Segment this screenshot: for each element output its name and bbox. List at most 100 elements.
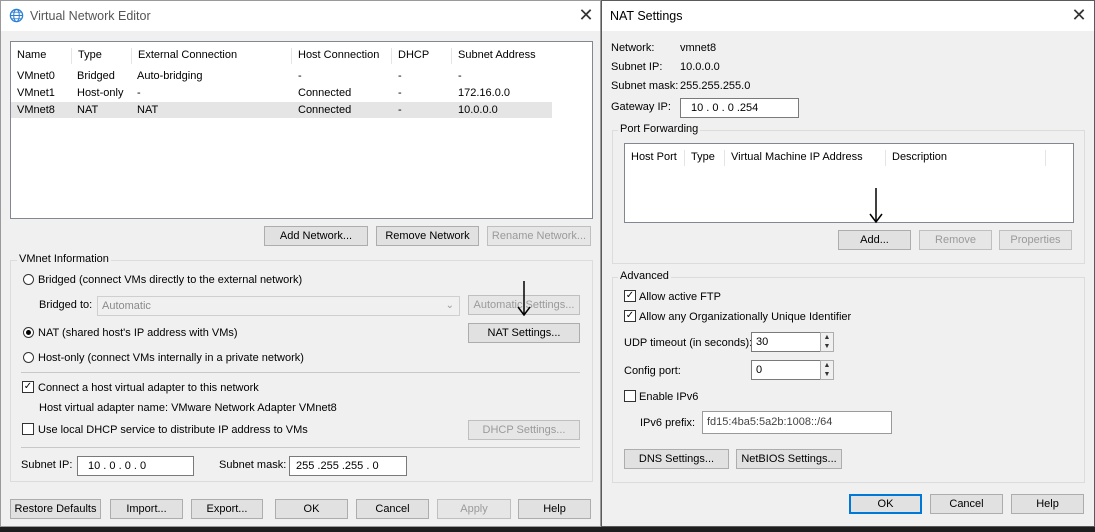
row-cell: 10.0.0.0 <box>458 104 498 116</box>
column-header-external[interactable]: External Connection <box>132 48 292 64</box>
spin-down-icon[interactable]: ▼ <box>821 342 833 351</box>
subnet-mask-field[interactable]: 255 .255 .255 . 0 <box>289 456 407 476</box>
close-icon[interactable]: ✕ <box>576 5 596 25</box>
enable-ipv6-checkbox[interactable] <box>624 390 636 402</box>
rename-network-button[interactable]: Rename Network... <box>487 226 591 246</box>
subnet-mask-label: Subnet mask: <box>219 459 287 471</box>
row-cell: NAT <box>77 104 99 116</box>
enable-ipv6-label[interactable]: Enable IPv6 <box>639 391 698 403</box>
config-port-spinner[interactable]: ▲ ▼ <box>820 360 834 380</box>
subnet-mask-value: 255.255.255.0 <box>680 80 751 92</box>
table-row-selected[interactable]: VMnet8 NAT NAT Connected - 10.0.0.0 <box>11 102 552 118</box>
column-header-dhcp[interactable]: DHCP <box>392 48 452 64</box>
column-header-name[interactable]: Name <box>11 48 72 64</box>
down-arrow-icon <box>517 281 531 317</box>
network-value: vmnet8 <box>680 42 717 54</box>
spin-up-icon[interactable]: ▲ <box>821 361 833 370</box>
dhcp-settings-button[interactable]: DHCP Settings... <box>468 420 580 440</box>
column-header-host-port[interactable]: Host Port <box>625 150 685 166</box>
host-only-radio[interactable] <box>23 352 34 363</box>
port-forwarding-list[interactable]: Host Port Type Virtual Machine IP Addres… <box>624 143 1074 223</box>
advanced-label: Advanced <box>618 270 671 282</box>
down-arrow-icon <box>869 188 883 224</box>
chevron-down-icon: ⌄ <box>445 300 454 311</box>
window-title: NAT Settings <box>610 9 683 23</box>
bridged-radio-label[interactable]: Bridged (connect VMs directly to the ext… <box>38 274 302 286</box>
globe-icon <box>9 8 24 23</box>
export-button[interactable]: Export... <box>191 499 263 519</box>
cancel-button[interactable]: Cancel <box>356 499 429 519</box>
allow-ftp-label[interactable]: Allow active FTP <box>639 291 721 303</box>
netbios-settings-button[interactable]: NetBIOS Settings... <box>736 449 842 469</box>
help-button[interactable]: Help <box>518 499 591 519</box>
connect-adapter-label[interactable]: Connect a host virtual adapter to this n… <box>38 382 259 394</box>
row-cell: VMnet1 <box>17 87 55 99</box>
apply-button[interactable]: Apply <box>437 499 511 519</box>
ok-button[interactable]: OK <box>849 494 922 514</box>
connect-adapter-checkbox[interactable]: ✓ <box>22 381 34 393</box>
title-bar: Virtual Network Editor ✕ <box>1 1 600 31</box>
table-row[interactable]: VMnet1 Host-only - Connected - 172.16.0.… <box>11 85 552 102</box>
bridged-to-label: Bridged to: <box>39 299 93 311</box>
spin-down-icon[interactable]: ▼ <box>821 370 833 379</box>
properties-button[interactable]: Properties <box>999 230 1072 250</box>
column-header-host[interactable]: Host Connection <box>292 48 392 64</box>
nat-radio-label[interactable]: NAT (shared host's IP address with VMs) <box>38 327 238 339</box>
row-cell: Connected <box>298 104 352 116</box>
config-port-input[interactable]: 0 <box>751 360 823 380</box>
subnet-ip-value: 10.0.0.0 <box>680 61 720 73</box>
gateway-label: Gateway IP: <box>611 101 671 113</box>
bridged-radio[interactable] <box>23 274 34 285</box>
row-cell: - <box>458 70 462 82</box>
dhcp-checkbox[interactable] <box>22 423 34 435</box>
add-button[interactable]: Add... <box>838 230 911 250</box>
cancel-button[interactable]: Cancel <box>930 494 1003 514</box>
row-cell: - <box>398 87 402 99</box>
allow-ftp-checkbox[interactable]: ✓ <box>624 290 636 302</box>
close-icon[interactable]: ✕ <box>1069 5 1089 25</box>
help-button[interactable]: Help <box>1011 494 1084 514</box>
row-cell: NAT <box>137 104 159 116</box>
ipv6-prefix-input[interactable]: fd15:4ba5:5a2b:1008::/64 <box>702 411 892 434</box>
divider <box>21 372 580 373</box>
subnet-ip-label: Subnet IP: <box>611 61 663 73</box>
title-bar: NAT Settings ✕ <box>602 1 1094 31</box>
restore-defaults-button[interactable]: Restore Defaults <box>10 499 101 519</box>
row-cell: Auto-bridging <box>137 70 203 82</box>
nat-settings-button[interactable]: NAT Settings... <box>468 323 580 343</box>
udp-timeout-spinner[interactable]: ▲ ▼ <box>820 332 834 352</box>
subnet-ip-label: Subnet IP: <box>21 459 73 471</box>
row-cell: - <box>398 70 402 82</box>
vmnet-information-label: VMnet Information <box>17 253 111 265</box>
add-network-button[interactable]: Add Network... <box>264 226 368 246</box>
port-forwarding-label: Port Forwarding <box>618 123 701 135</box>
nat-radio[interactable] <box>23 327 34 338</box>
allow-oui-checkbox[interactable]: ✓ <box>624 310 636 322</box>
allow-oui-label[interactable]: Allow any Organizationally Unique Identi… <box>639 311 851 323</box>
host-only-radio-label[interactable]: Host-only (connect VMs internally in a p… <box>38 352 304 364</box>
column-header-vm-ip[interactable]: Virtual Machine IP Address <box>725 150 886 166</box>
network-label: Network: <box>611 42 655 54</box>
bridged-to-value: Automatic <box>102 300 151 312</box>
row-cell: 172.16.0.0 <box>458 87 510 99</box>
column-header-type[interactable]: Type <box>685 150 725 166</box>
subnet-ip-field[interactable]: 10 . 0 . 0 . 0 <box>77 456 194 476</box>
network-list[interactable]: Name Type External Connection Host Conne… <box>10 41 593 219</box>
column-header-description[interactable]: Description <box>886 150 1046 166</box>
gateway-ip-field[interactable]: 10 . 0 . 0 .254 <box>680 98 799 118</box>
taskbar-strip <box>0 527 601 532</box>
ok-button[interactable]: OK <box>275 499 348 519</box>
remove-network-button[interactable]: Remove Network <box>376 226 479 246</box>
column-header-type[interactable]: Type <box>72 48 132 64</box>
import-button[interactable]: Import... <box>110 499 183 519</box>
dhcp-label[interactable]: Use local DHCP service to distribute IP … <box>38 424 308 436</box>
table-row[interactable]: VMnet0 Bridged Auto-bridging - - - <box>11 68 552 85</box>
spin-up-icon[interactable]: ▲ <box>821 333 833 342</box>
remove-button[interactable]: Remove <box>919 230 992 250</box>
column-header-subnet[interactable]: Subnet Address <box>452 48 552 64</box>
ipv6-prefix-label: IPv6 prefix: <box>640 417 696 429</box>
dns-settings-button[interactable]: DNS Settings... <box>624 449 729 469</box>
bridged-to-select[interactable]: Automatic ⌄ <box>97 296 460 316</box>
udp-timeout-input[interactable]: 30 <box>751 332 823 352</box>
row-cell: - <box>398 104 402 116</box>
